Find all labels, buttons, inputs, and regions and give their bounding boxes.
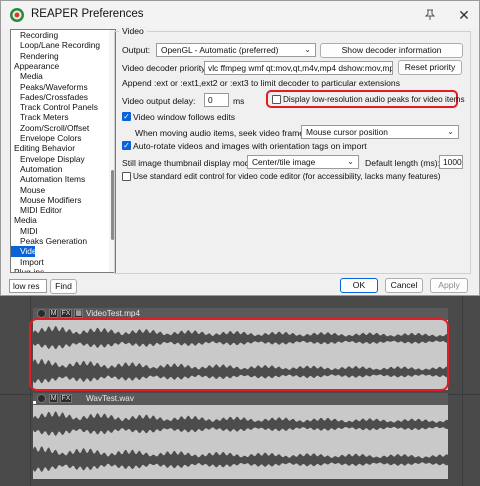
waveform	[33, 411, 448, 472]
tree-item[interactable]: Fades/Crossfades	[11, 92, 88, 102]
item-title: WavTest.wav	[86, 394, 134, 403]
group-title: Video	[119, 26, 147, 36]
append-hint: Append :ext or :ext1,ext2 or :ext3 to li…	[122, 78, 401, 88]
tree-item[interactable]: Mouse Modifiers	[11, 195, 81, 205]
chevron-down-icon: ⌄	[347, 157, 354, 166]
tree-item[interactable]: Peaks/Waveforms	[11, 82, 88, 92]
tree-item[interactable]: Peaks Generation	[11, 236, 87, 246]
tree-item[interactable]: Plug-ins	[11, 267, 44, 272]
output-delay-unit: ms	[233, 96, 245, 106]
tree-item[interactable]: Media	[11, 71, 43, 81]
follows-edits-checkbox[interactable]: ✓	[122, 112, 131, 121]
tree-item[interactable]: Appearance	[11, 61, 59, 71]
lowres-label: Display low-resolution audio peaks for v…	[283, 95, 465, 104]
find-button[interactable]: Find	[50, 279, 77, 294]
tree-item[interactable]: Track Control Panels	[11, 102, 98, 112]
search-input[interactable]: low res	[9, 279, 47, 293]
waveform-channel	[33, 446, 448, 472]
default-length-input[interactable]: 1000	[439, 155, 463, 169]
tree-item[interactable]: Import	[11, 257, 44, 267]
tree-item[interactable]: Automation	[11, 164, 62, 174]
output-select[interactable]: OpenGL - Automatic (preferred) ⌄	[156, 43, 316, 57]
category-tree[interactable]: Recording Loop/Lane Recording Rendering App…	[10, 29, 116, 273]
tree-item[interactable]: Mouse	[11, 185, 45, 195]
mute-button[interactable]: M	[49, 309, 58, 318]
follows-edits-label: Video window follows edits	[133, 112, 236, 122]
item-title: VideoTest.mp4	[86, 309, 141, 318]
pin-icon[interactable]	[419, 5, 441, 25]
output-delay-input[interactable]: 0	[204, 93, 229, 107]
cancel-button[interactable]: Cancel	[385, 278, 423, 293]
item-header[interactable]: M FX WavTest.wav	[33, 393, 448, 405]
thumb-mode-select[interactable]: Center/tile image ⌄	[247, 155, 359, 169]
fx-button[interactable]: FX	[60, 394, 72, 403]
fx-button[interactable]: FX	[60, 309, 72, 318]
tree-item[interactable]: Automation Items	[11, 174, 85, 184]
close-icon[interactable]: ✕	[453, 5, 475, 25]
seek-value: Mouse cursor position	[306, 127, 388, 137]
tree-item[interactable]: MIDI	[11, 226, 38, 236]
reaper-logo-icon	[10, 8, 24, 22]
take-icon[interactable]: ▦	[74, 309, 83, 318]
decoder-priority-input[interactable]: vlc ffmpeg wmf qt:mov,qt,m4v,mp4 dshow:m…	[204, 61, 393, 75]
ok-button[interactable]: OK	[340, 278, 378, 293]
seek-label: When moving audio items, seek video fram…	[135, 128, 317, 138]
waveform-channel	[33, 411, 448, 436]
grid-line	[462, 296, 463, 486]
reset-priority-button[interactable]: Reset priority	[398, 60, 462, 75]
mute-button[interactable]: M	[49, 394, 58, 403]
default-length-label: Default length (ms):	[365, 158, 440, 168]
show-decoder-button[interactable]: Show decoder information	[320, 43, 463, 58]
lock-icon[interactable]	[37, 309, 46, 318]
tree-item[interactable]: Track Meters	[11, 112, 69, 122]
std-edit-label: Use standard edit control for video code…	[133, 172, 441, 181]
std-edit-checkbox[interactable]	[122, 172, 131, 181]
apply-button[interactable]: Apply	[430, 278, 468, 293]
tree-item[interactable]: Recording	[11, 30, 58, 40]
tree-item[interactable]: Envelope Colors	[11, 133, 81, 143]
tree-item[interactable]: Envelope Display	[11, 154, 85, 164]
tree-item[interactable]: MIDI Editor	[11, 205, 62, 215]
marker-dot	[33, 401, 36, 404]
chevron-down-icon: ⌄	[447, 127, 454, 136]
output-delay-label: Video output delay:	[122, 96, 196, 106]
autorotate-label: Auto-rotate videos and images with orien…	[133, 141, 367, 151]
tree-item[interactable]: Rendering	[11, 51, 59, 61]
seek-select[interactable]: Mouse cursor position ⌄	[301, 125, 459, 139]
output-label: Output:	[122, 45, 151, 55]
thumb-mode-label: Still image thumbnail display mode:	[122, 158, 257, 168]
title-bar[interactable]: REAPER Preferences ✕	[1, 1, 479, 29]
window-title: REAPER Preferences	[31, 8, 144, 20]
output-value: OpenGL - Automatic (preferred)	[161, 45, 279, 55]
tree-item[interactable]: Editing Behavior	[11, 143, 75, 153]
tree-item[interactable]: Loop/Lane Recording	[11, 40, 100, 50]
lowres-checkbox[interactable]	[272, 95, 281, 104]
autorotate-checkbox[interactable]: ✓	[122, 141, 131, 150]
item-highlight	[29, 318, 449, 391]
tree-item[interactable]: Zoom/Scroll/Offset	[11, 123, 89, 133]
preferences-dialog: REAPER Preferences ✕ Recording Loop/Lane …	[0, 0, 480, 296]
tree-item[interactable]: Media	[11, 215, 37, 225]
lock-icon[interactable]	[37, 394, 46, 403]
thumb-mode-value: Center/tile image	[252, 157, 316, 167]
chevron-down-icon: ⌄	[304, 45, 311, 54]
decoder-priority-label: Video decoder priority:	[122, 63, 208, 73]
media-item[interactable]	[33, 405, 448, 479]
tree-item[interactable]: Video	[11, 246, 41, 257]
